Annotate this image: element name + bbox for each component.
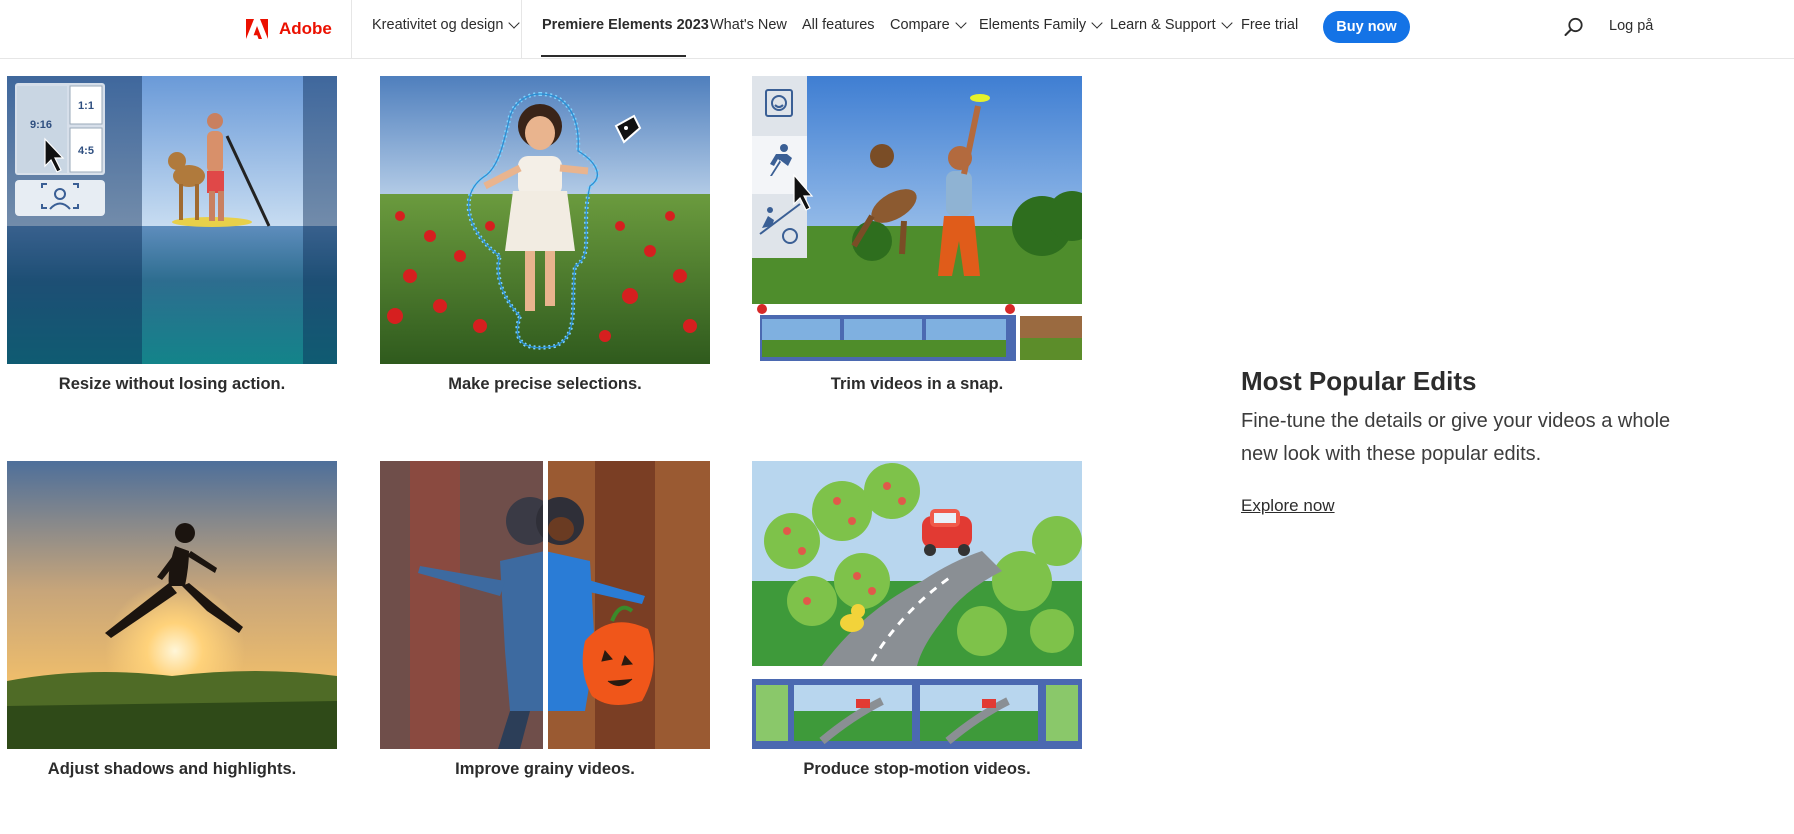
feature-image-resize: 9:16 1:1 4:5 (7, 76, 337, 364)
nav-label: What's New (710, 17, 787, 33)
chevron-down-icon (954, 16, 967, 29)
nav-premiere-elements[interactable]: Premiere Elements 2023 (542, 17, 709, 33)
explore-now-link[interactable]: Explore now (1241, 496, 1335, 516)
nav-free-trial[interactable]: Free trial (1241, 17, 1298, 33)
adobe-logo-icon (246, 19, 268, 39)
nav-creativity-design[interactable]: Kreativitet og design (372, 16, 521, 33)
feature-caption: Produce stop-motion videos. (803, 760, 1031, 778)
feature-image-trim (752, 76, 1082, 364)
nav-label: All features (802, 17, 875, 33)
feature-caption: Improve grainy videos. (455, 760, 635, 778)
nav-label: Compare (890, 17, 950, 33)
feature-caption: Resize without losing action. (58, 375, 286, 393)
nav-divider (351, 0, 352, 58)
ratio-916-label: 9:16 (30, 119, 52, 131)
buy-now-button[interactable]: Buy now (1323, 11, 1410, 43)
nav-elements-family[interactable]: Elements Family (979, 16, 1103, 33)
feature-caption: Trim videos in a snap. (830, 375, 1004, 393)
nav-label: Free trial (1241, 17, 1299, 33)
login-link[interactable]: Log på (1609, 18, 1653, 34)
top-nav: Adobe Kreativitet og design Premiere Ele… (0, 0, 1794, 59)
nav-compare[interactable]: Compare (890, 16, 967, 33)
section-title: Most Popular Edits (1241, 366, 1477, 396)
feature-image-selection (380, 76, 710, 364)
active-tab-indicator (541, 55, 686, 57)
ratio-11-label: 1:1 (78, 100, 94, 112)
feature-image-stop-motion (752, 461, 1082, 749)
nav-label: Learn & Support (1110, 17, 1216, 33)
adobe-brand[interactable]: Adobe (245, 14, 332, 44)
ratio-45-label: 4:5 (78, 145, 94, 157)
nav-whats-new[interactable]: What's New (710, 17, 787, 33)
chevron-down-icon (1091, 16, 1103, 29)
nav-learn-support[interactable]: Learn & Support (1110, 16, 1233, 33)
brand-name: Adobe (279, 19, 332, 38)
search-icon[interactable] (1563, 16, 1585, 38)
feature-image-shadows (7, 461, 337, 749)
nav-label: Premiere Elements 2023 (542, 17, 709, 33)
feature-image-grainy (380, 461, 710, 749)
nav-label: Kreativitet og design (372, 17, 504, 33)
feature-caption: Adjust shadows and highlights. (47, 760, 297, 778)
nav-all-features[interactable]: All features (802, 17, 875, 33)
nav-label: Elements Family (979, 17, 1087, 33)
chevron-down-icon (1220, 16, 1233, 29)
chevron-down-icon (508, 16, 521, 29)
nav-divider (521, 0, 522, 58)
feature-caption: Make precise selections. (448, 375, 642, 393)
section-description: Fine-tune the details or give your video… (1241, 410, 1671, 465)
